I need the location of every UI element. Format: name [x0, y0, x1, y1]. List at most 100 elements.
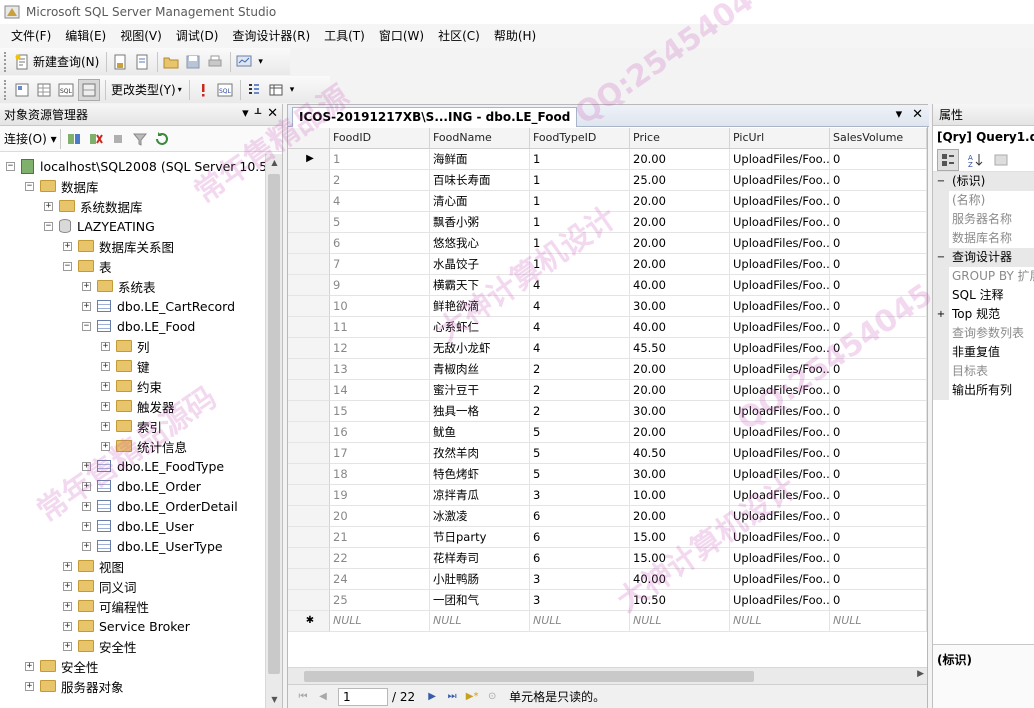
grid-cell[interactable]: 0 — [830, 191, 927, 212]
tree-node[interactable]: + 同义词 — [63, 576, 137, 596]
grid-cell[interactable]: UploadFiles/Foo... — [730, 527, 830, 548]
grid-cell[interactable]: 0 — [830, 464, 927, 485]
grid-cell[interactable]: UploadFiles/Foo... — [730, 422, 830, 443]
column-header[interactable]: PicUrl — [730, 128, 830, 149]
verify-sql-button[interactable]: SQL — [215, 79, 235, 101]
row-selector[interactable] — [288, 296, 330, 317]
tree-node[interactable]: + 列 — [101, 336, 150, 356]
grid-cell[interactable]: 2 — [530, 401, 630, 422]
grid-cell[interactable]: 16 — [330, 422, 430, 443]
grid-cell[interactable]: 1 — [530, 212, 630, 233]
properties-object-selector[interactable]: [Qry] Query1.dt — [933, 126, 1034, 148]
grid-cell[interactable]: 0 — [830, 569, 927, 590]
grid-cell[interactable]: UploadFiles/Foo... — [730, 548, 830, 569]
grid-cell[interactable]: 3 — [530, 485, 630, 506]
row-selector[interactable] — [288, 359, 330, 380]
current-record-input[interactable]: 1 — [338, 687, 388, 706]
tree-node[interactable]: + Service Broker — [63, 616, 190, 636]
row-selector[interactable] — [288, 401, 330, 422]
grid-cell[interactable]: 4 — [330, 191, 430, 212]
grid-cell[interactable]: 7 — [330, 254, 430, 275]
null-cell[interactable]: NULL — [730, 611, 830, 632]
row-selector[interactable] — [288, 569, 330, 590]
scrollbar-thumb[interactable] — [268, 174, 280, 674]
grid-cell[interactable]: 0 — [830, 149, 927, 170]
scroll-up-icon[interactable]: ▲ — [266, 154, 283, 171]
grid-cell[interactable]: 17 — [330, 443, 430, 464]
property-row[interactable]: (名称) — [933, 191, 1034, 210]
grid-cell[interactable]: UploadFiles/Foo... — [730, 401, 830, 422]
grid-cell[interactable]: 0 — [830, 401, 927, 422]
row-selector[interactable] — [288, 464, 330, 485]
scroll-right-icon[interactable]: ▶ — [917, 669, 924, 679]
grid-cell[interactable]: 2 — [330, 170, 430, 191]
property-row[interactable]: + Top 规范 — [933, 305, 1034, 324]
grid-cell[interactable]: 横霸天下 — [430, 275, 530, 296]
grid-cell[interactable]: 21 — [330, 527, 430, 548]
row-selector[interactable] — [288, 170, 330, 191]
tree-node[interactable]: + 视图 — [63, 556, 124, 576]
tree-node[interactable]: − localhost\SQL2008 (SQL Server 10.50.1 — [6, 156, 266, 176]
collapse-icon[interactable]: − — [82, 321, 91, 331]
expand-icon[interactable]: + — [101, 381, 110, 391]
grid-cell[interactable]: 清心面 — [430, 191, 530, 212]
refresh-button[interactable] — [152, 128, 172, 150]
change-type-dropdown[interactable]: 更改类型(Y) ▾ — [109, 79, 184, 101]
expand-icon[interactable]: + — [82, 541, 91, 551]
panel-menu-icon[interactable]: ▾ — [242, 106, 249, 121]
expand-icon[interactable]: + — [63, 241, 72, 251]
grid-cell[interactable]: 13 — [330, 359, 430, 380]
row-selector[interactable] — [288, 191, 330, 212]
expand-icon[interactable]: + — [44, 201, 53, 211]
column-header[interactable]: FoodTypeID — [530, 128, 630, 149]
toolbar-grip[interactable] — [4, 51, 8, 72]
null-cell[interactable]: NULL — [530, 611, 630, 632]
grid-cell[interactable]: 小肚鸭肠 — [430, 569, 530, 590]
expand-icon[interactable]: + — [101, 421, 110, 431]
grid-cell[interactable]: 6 — [530, 527, 630, 548]
row-selector[interactable] — [288, 422, 330, 443]
show-diagram-pane-button[interactable] — [12, 79, 32, 101]
grid-cell[interactable]: 冰激凌 — [430, 506, 530, 527]
property-row[interactable]: 目标表 — [933, 362, 1034, 381]
menu-community[interactable]: 社区(C) — [431, 24, 487, 48]
property-row[interactable]: 非重复值 — [933, 343, 1034, 362]
scrollbar-thumb[interactable] — [304, 671, 754, 682]
grid-cell[interactable]: UploadFiles/Foo... — [730, 317, 830, 338]
filter-button[interactable] — [130, 128, 150, 150]
row-selector[interactable] — [288, 317, 330, 338]
add-table-button[interactable] — [266, 79, 286, 101]
grid-cell[interactable]: 1 — [530, 170, 630, 191]
row-selector[interactable] — [288, 506, 330, 527]
grid-cell[interactable]: 25.00 — [630, 170, 730, 191]
expand-icon[interactable]: + — [82, 521, 91, 531]
analysis-query-button[interactable] — [132, 51, 152, 73]
alphabetical-button[interactable]: AZ — [965, 149, 985, 171]
grid-cell[interactable]: 15.00 — [630, 548, 730, 569]
categorized-button[interactable] — [937, 148, 959, 171]
grid-cell[interactable]: 30.00 — [630, 401, 730, 422]
grid-cell[interactable]: UploadFiles/Foo... — [730, 254, 830, 275]
grid-cell[interactable]: 0 — [830, 338, 927, 359]
grid-cell[interactable]: 24 — [330, 569, 430, 590]
tree-node[interactable]: + 索引 — [101, 416, 162, 436]
grid-cell[interactable]: 11 — [330, 317, 430, 338]
toolbar-overflow-icon[interactable]: ▾ — [290, 85, 295, 95]
tree-node[interactable]: + dbo.LE_OrderDetail — [82, 496, 238, 516]
grid-cell[interactable]: 6 — [530, 548, 630, 569]
row-selector[interactable] — [288, 380, 330, 401]
grid-cell[interactable]: UploadFiles/Foo... — [730, 275, 830, 296]
grid-cell[interactable]: 1 — [530, 149, 630, 170]
grid-cell[interactable]: 4 — [530, 296, 630, 317]
grid-cell[interactable]: 5 — [530, 422, 630, 443]
expand-icon[interactable]: + — [25, 681, 34, 691]
property-row[interactable]: SQL 注释 — [933, 286, 1034, 305]
grid-cell[interactable]: 14 — [330, 380, 430, 401]
collapse-icon[interactable]: − — [933, 172, 949, 191]
stop-record-icon[interactable]: ⊙ — [483, 688, 501, 706]
expand-icon[interactable]: + — [101, 341, 110, 351]
grid-cell[interactable]: 40.00 — [630, 317, 730, 338]
grid-cell[interactable]: 20.00 — [630, 191, 730, 212]
tree-node[interactable]: − dbo.LE_Food — [82, 316, 195, 336]
grid-cell[interactable]: 10.50 — [630, 590, 730, 611]
